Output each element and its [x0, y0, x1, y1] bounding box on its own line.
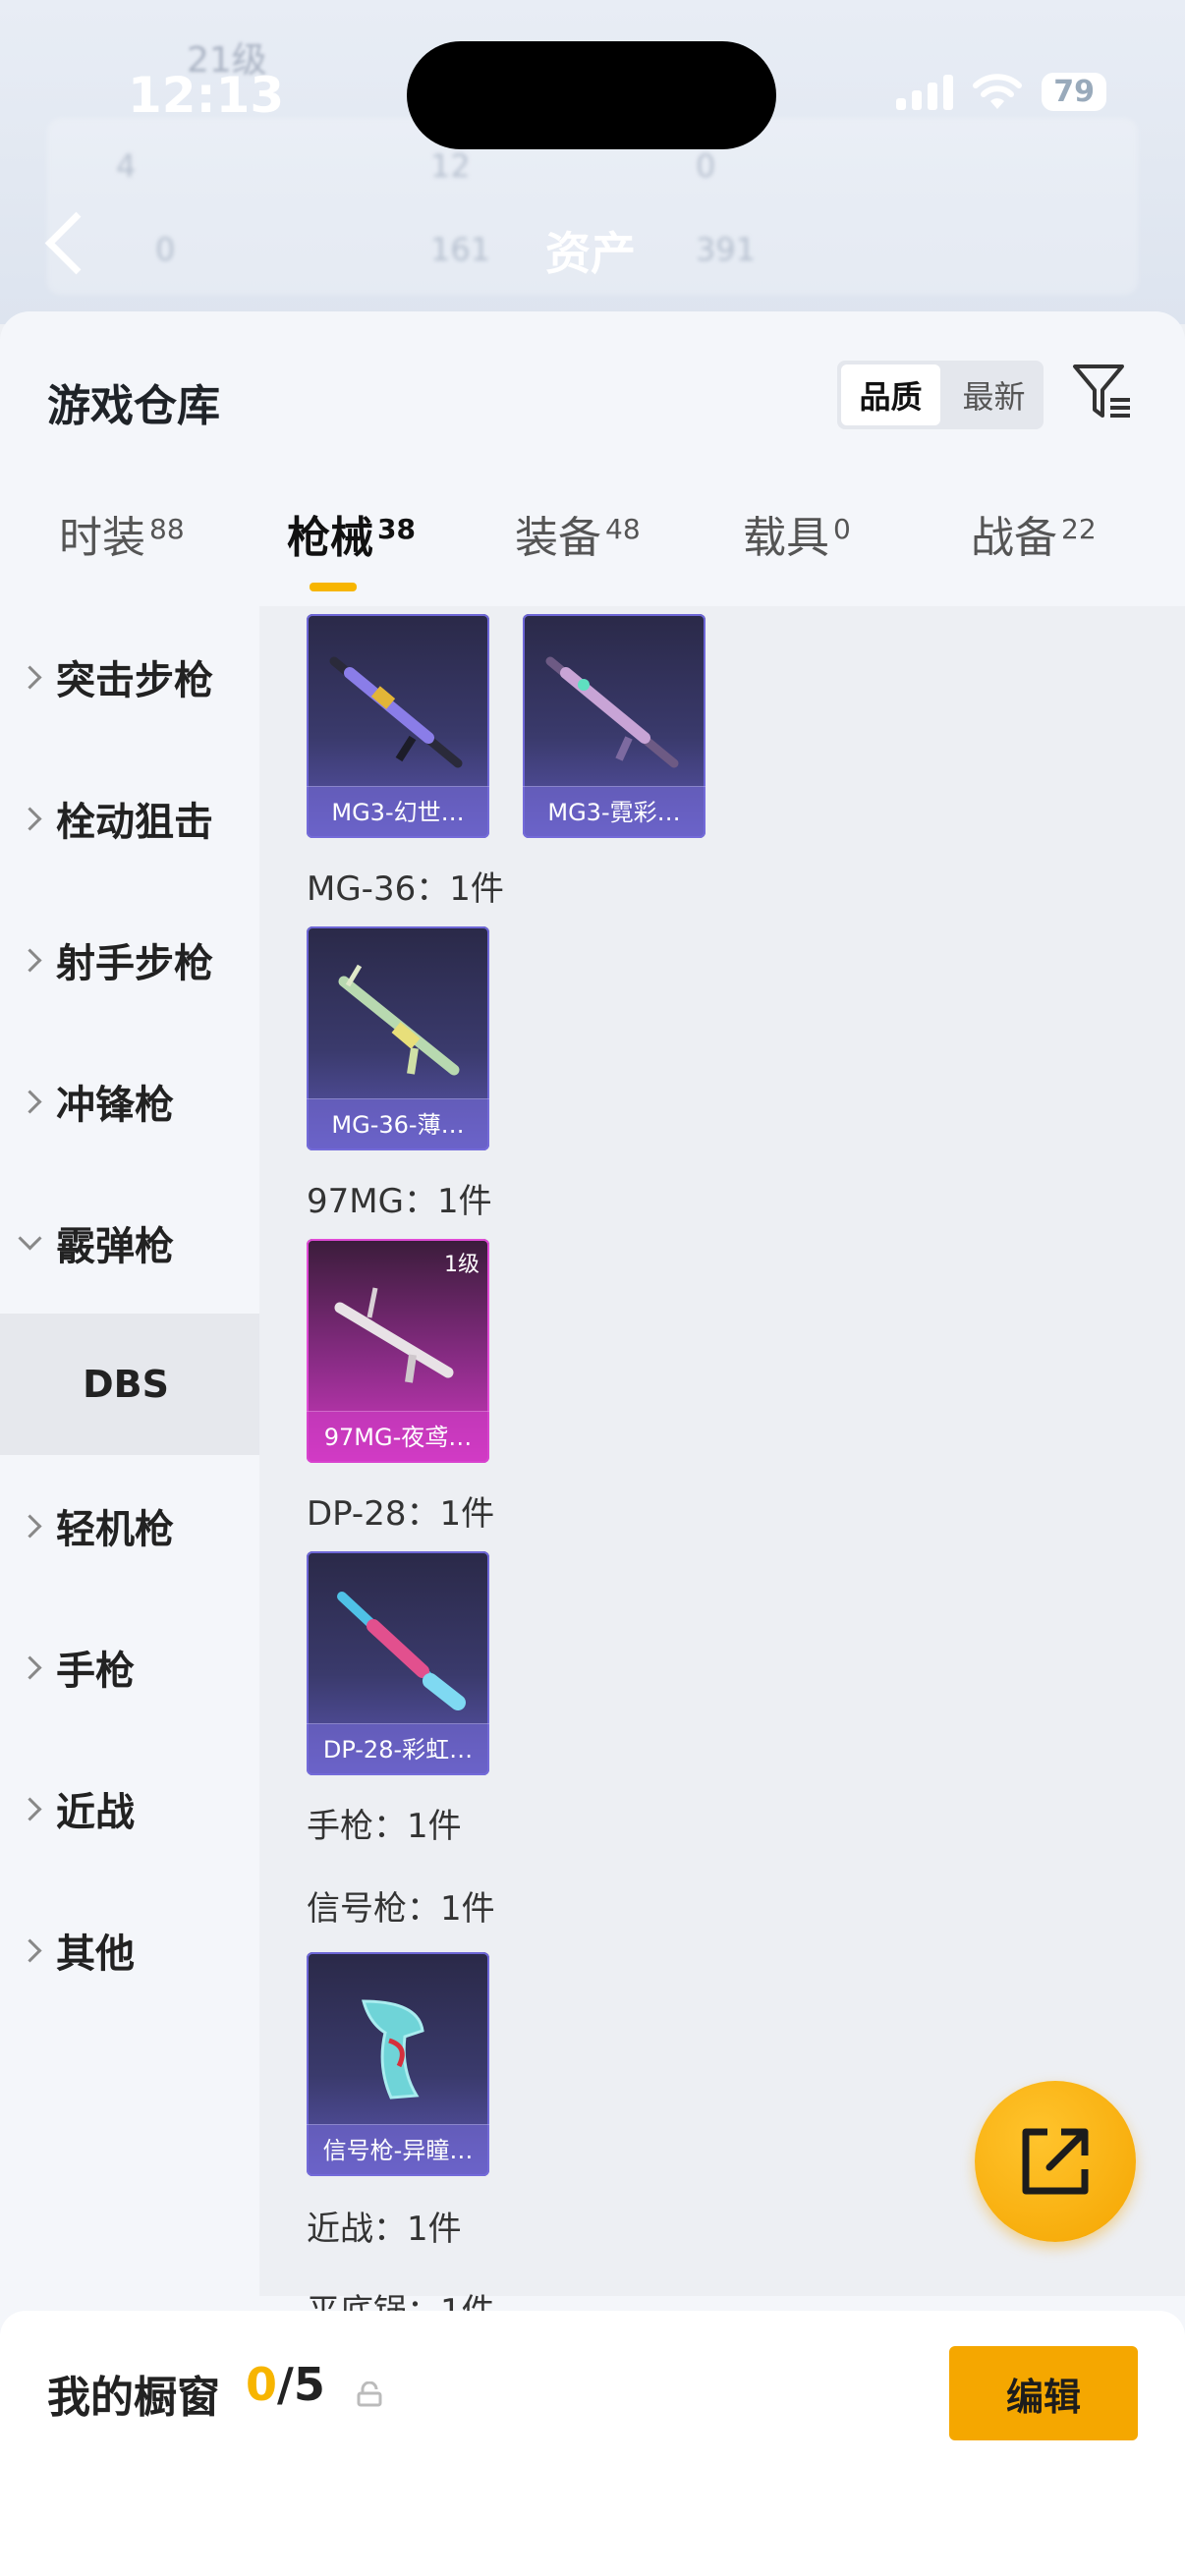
status-indicators: 79 [896, 73, 1106, 111]
skin-name: 信号枪-异瞳… [307, 2124, 489, 2176]
chevron-right-icon [18, 1089, 42, 1114]
stat-value: 0 [696, 147, 716, 185]
share-button[interactable] [975, 2081, 1136, 2242]
sort-latest-button[interactable]: 最新 [944, 361, 1044, 429]
stat-value: 161 [430, 231, 491, 268]
edit-button[interactable]: 编辑 [949, 2346, 1138, 2440]
dynamic-island [407, 41, 776, 149]
sidebar-item-melee[interactable]: 近战 [0, 1738, 259, 1879]
sidebar-item-bolt-sniper[interactable]: 栓动狙击 [0, 748, 259, 889]
sort-toggle: 品质 最新 [837, 361, 1044, 429]
skin-card[interactable]: 1级 97MG-夜鸢… [307, 1239, 489, 1463]
chevron-right-icon [18, 664, 42, 690]
battery-indicator: 79 [1042, 73, 1106, 111]
active-tab-indicator [310, 583, 357, 591]
gun-skin-image [362, 1999, 424, 2100]
group-label: 手枪：1件 [307, 1807, 462, 1846]
gun-skin-image [338, 964, 460, 1076]
chevron-right-icon [18, 947, 42, 973]
page-title: 资产 [545, 227, 636, 280]
showcase-label: 我的橱窗 [47, 2373, 220, 2423]
filter-icon[interactable] [1071, 361, 1134, 423]
skin-card[interactable]: MG3-幻世… [307, 614, 489, 838]
wifi-icon [973, 73, 1023, 109]
lock-icon [357, 2381, 382, 2407]
chevron-right-icon [18, 1796, 42, 1821]
sheet-title: 游戏仓库 [47, 381, 220, 431]
skin-card[interactable]: MG3-霓彩… [523, 614, 705, 838]
skin-name: MG3-霓彩… [523, 786, 705, 838]
skin-name: MG3-幻世… [307, 786, 489, 838]
chevron-right-icon [18, 806, 42, 831]
signal-icon [896, 74, 954, 110]
skin-card[interactable]: MG-36-薄… [307, 926, 489, 1150]
stat-value: 0 [155, 231, 176, 268]
gun-skin-image [337, 1592, 466, 1710]
group-label: 97MG：1件 [307, 1182, 492, 1221]
sidebar-item-other[interactable]: 其他 [0, 1879, 259, 2021]
status-time: 12:13 [128, 67, 285, 124]
group-label: 信号枪：1件 [307, 1889, 495, 1929]
skin-card[interactable]: 信号枪-异瞳… [307, 1952, 489, 2176]
showcase-bar: 我的橱窗 0/5 编辑 [0, 2311, 1185, 2576]
sidebar-subitem-dbs[interactable]: DBS [0, 1314, 259, 1455]
tab-guns[interactable]: 枪械 38 [287, 502, 416, 565]
category-sidebar: 突击步枪 栓动狙击 射手步枪 冲锋枪 霰弹枪 DBS 轻机枪 手枪 近战 其他 [0, 606, 259, 2576]
sidebar-item-shotgun[interactable]: 霰弹枪 [0, 1172, 259, 1314]
stat-value: 391 [696, 231, 757, 268]
share-icon [1022, 2128, 1089, 2195]
skin-card[interactable]: DP-28-彩虹… [307, 1551, 489, 1775]
sidebar-item-smg[interactable]: 冲锋枪 [0, 1031, 259, 1172]
group-label: DP-28：1件 [307, 1494, 495, 1534]
chevron-right-icon [18, 1654, 42, 1680]
skin-name: MG-36-薄… [307, 1098, 489, 1150]
skin-name: DP-28-彩虹… [307, 1723, 489, 1775]
chevron-right-icon [18, 1513, 42, 1539]
gun-skin-image [329, 656, 463, 768]
gun-skin-image [545, 656, 679, 768]
background-header: 21级 4 12 0 0 161 391 12:13 79 资产 [0, 0, 1185, 324]
group-label: 近战：1件 [307, 2210, 462, 2249]
sort-quality-button[interactable]: 品质 [841, 364, 940, 425]
sidebar-item-pistol[interactable]: 手枪 [0, 1596, 259, 1738]
sidebar-item-marksman-rifle[interactable]: 射手步枪 [0, 889, 259, 1031]
stat-value: 12 [430, 147, 471, 185]
tab-fashion[interactable]: 时装 88 [59, 502, 185, 565]
gun-skin-image [334, 1287, 454, 1383]
skin-name: 97MG-夜鸢… [307, 1411, 489, 1463]
stat-value: 4 [116, 147, 137, 185]
category-tabs: 时装 88 枪械 38 装备 48 载具 0 战备 22 [0, 508, 1185, 606]
sidebar-item-assault-rifle[interactable]: 突击步枪 [0, 606, 259, 748]
sidebar-item-lmg[interactable]: 轻机枪 [0, 1455, 259, 1596]
tab-vehicles[interactable]: 载具 0 [743, 502, 851, 565]
tab-combat-gear[interactable]: 战备 22 [971, 502, 1097, 565]
showcase-count: 0/5 [246, 2358, 325, 2411]
group-label: MG-36：1件 [307, 869, 504, 909]
warehouse-sheet: 游戏仓库 品质 最新 时装 88 枪械 38 装备 48 载具 0 战备 22 突击步枪 … [0, 311, 1185, 2576]
chevron-down-icon [18, 1225, 42, 1251]
chevron-right-icon [18, 1937, 42, 1963]
tab-equipment[interactable]: 装备 48 [515, 502, 641, 565]
